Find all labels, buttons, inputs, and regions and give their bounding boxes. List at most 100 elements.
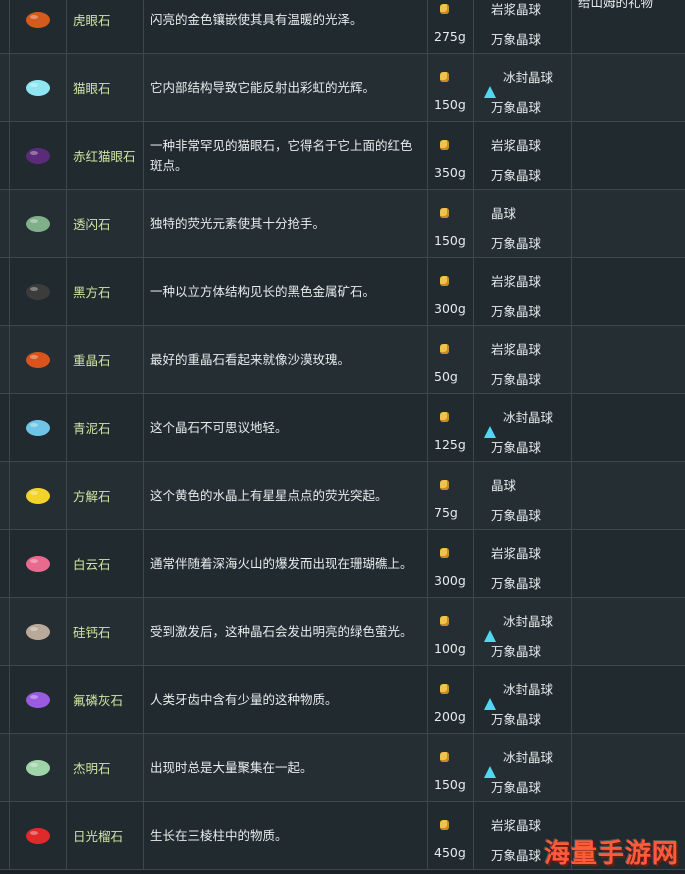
mineral-name-cell: 猫眼石 [67,54,144,121]
row-edge [0,54,10,121]
sell-price: 75g [434,505,458,520]
gold-coin-icon [440,820,449,830]
source-label: 万象晶球 [491,440,542,455]
description-cell: 生长在三棱柱中的物质。 [144,802,428,869]
gold-coin-icon [440,548,449,558]
source-item: 万象晶球 [484,233,541,252]
mineral-name: 猫眼石 [73,81,111,96]
gem-icon-cell [10,530,67,597]
source-item: 岩浆晶球 [484,815,541,834]
gold-coin-icon [440,208,449,218]
mineral-name-cell: 黑方石 [67,258,144,325]
mineral-name-cell: 透闪石 [67,190,144,257]
source-item: 冰封晶球 [484,407,554,438]
description-cell: 独特的荧光元素使其十分抢手。 [144,190,428,257]
gem-icon-cell [10,0,67,53]
mineral-name-cell: 虎眼石 [67,0,144,53]
source-cell: 岩浆晶球 万象晶球 [474,326,572,393]
source-cell: 岩浆晶球 万象晶球 [474,122,572,189]
mineral-name: 透闪石 [73,217,111,232]
baryte-icon [26,351,50,368]
minerals-table: 虎眼石 闪亮的金色镶嵌使其具有温暖的光泽。 275g 岩浆晶球 万象晶球 给山姆… [0,0,685,870]
gift-cell [572,326,685,393]
mineral-description: 出现时总是大量聚集在一起。 [150,759,313,775]
table-row: 赤红猫眼石 一种非常罕见的猫眼石，它得名于它上面的红色斑点。 350g 岩浆晶球… [0,122,685,190]
mineral-name-cell: 日光榴石 [67,802,144,869]
nekoite-icon [26,283,50,300]
mineral-description: 这个晶石不可思议地轻。 [150,419,288,435]
mineral-name-cell: 杰明石 [67,734,144,801]
price-cell: 125g [428,394,474,461]
mineral-name-cell: 氟磷灰石 [67,666,144,733]
price-cell: 300g [428,530,474,597]
tremolite-icon [26,215,50,232]
gold-coin-icon [440,4,449,14]
description-cell: 人类牙齿中含有少量的这种物质。 [144,666,428,733]
gold-coin-icon [440,344,449,354]
price-cell: 200g [428,666,474,733]
source-item: 万象晶球 [484,777,541,796]
source-label: 万象晶球 [491,508,542,523]
row-edge [0,122,10,189]
source-cell: 冰封晶球 万象晶球 [474,54,572,121]
mineral-description: 人类牙齿中含有少量的这种物质。 [150,691,338,707]
gift-cell [572,462,685,529]
price-cell: 50g [428,326,474,393]
source-item: 万象晶球 [484,29,541,48]
gem-icon-cell [10,462,67,529]
description-cell: 这个晶石不可思议地轻。 [144,394,428,461]
gift-cell: 给山姆的礼物 [572,0,685,53]
row-edge [0,258,10,325]
source-cell: 冰封晶球 万象晶球 [474,734,572,801]
gold-coin-icon [440,72,449,82]
price-cell: 75g [428,462,474,529]
table-row: 重晶石 最好的重晶石看起来就像沙漠玫瑰。 50g 岩浆晶球 万象晶球 [0,326,685,394]
mineral-description: 最好的重晶石看起来就像沙漠玫瑰。 [150,351,351,367]
source-cell: 冰封晶球 万象晶球 [474,394,572,461]
gold-coin-icon [440,276,449,286]
source-item: 万象晶球 [484,845,541,864]
gem-icon-cell [10,598,67,665]
frozen-orb-icon [484,67,496,98]
source-item: 岩浆晶球 [484,0,541,18]
source-cell: 岩浆晶球 万象晶球 [474,0,572,53]
source-item: 万象晶球 [484,301,541,320]
mineral-name: 虎眼石 [73,13,111,28]
mineral-name: 氟磷灰石 [73,693,124,708]
source-item: 冰封晶球 [484,679,553,710]
description-cell: 出现时总是大量聚集在一起。 [144,734,428,801]
description-cell: 一种以立方体结构见长的黑色金属矿石。 [144,258,428,325]
row-edge [0,462,10,529]
table-row: 杰明石 出现时总是大量聚集在一起。 150g 冰封晶球 万象晶球 [0,734,685,802]
sell-price: 450g [434,845,466,860]
source-label: 冰封晶球 [503,410,554,425]
esperite-icon [26,623,50,640]
source-label: 晶球 [491,206,517,221]
source-item: 万象晶球 [484,165,541,184]
watermark-logo: 海量手游网 [543,839,679,869]
gold-coin-icon [440,684,449,694]
source-cell: 晶球 万象晶球 [474,462,572,529]
sell-price: 275g [434,29,466,44]
mineral-description: 这个黄色的水晶上有星星点点的荧光突起。 [150,487,388,503]
gift-cell [572,54,685,121]
source-item: 岩浆晶球 [484,339,541,358]
source-label: 岩浆晶球 [491,546,542,561]
gold-coin-icon [440,412,449,422]
frozen-orb-icon [484,407,496,438]
sell-price: 50g [434,369,458,384]
sell-price: 150g [434,97,466,112]
source-item: 冰封晶球 [484,747,553,778]
row-edge [0,734,10,801]
source-item: 冰封晶球 [484,611,553,642]
mineral-name: 方解石 [73,489,111,504]
mineral-name-cell: 重晶石 [67,326,144,393]
source-cell: 晶球 万象晶球 [474,190,572,257]
price-cell: 350g [428,122,474,189]
mineral-description: 受到激发后，这种晶石会发出明亮的绿色萤光。 [150,623,413,639]
gift-cell [572,734,685,801]
description-cell: 一种非常罕见的猫眼石，它得名于它上面的红色斑点。 [144,122,428,189]
mineral-name-cell: 方解石 [67,462,144,529]
source-label: 万象晶球 [491,712,542,727]
sell-price: 200g [434,709,466,724]
